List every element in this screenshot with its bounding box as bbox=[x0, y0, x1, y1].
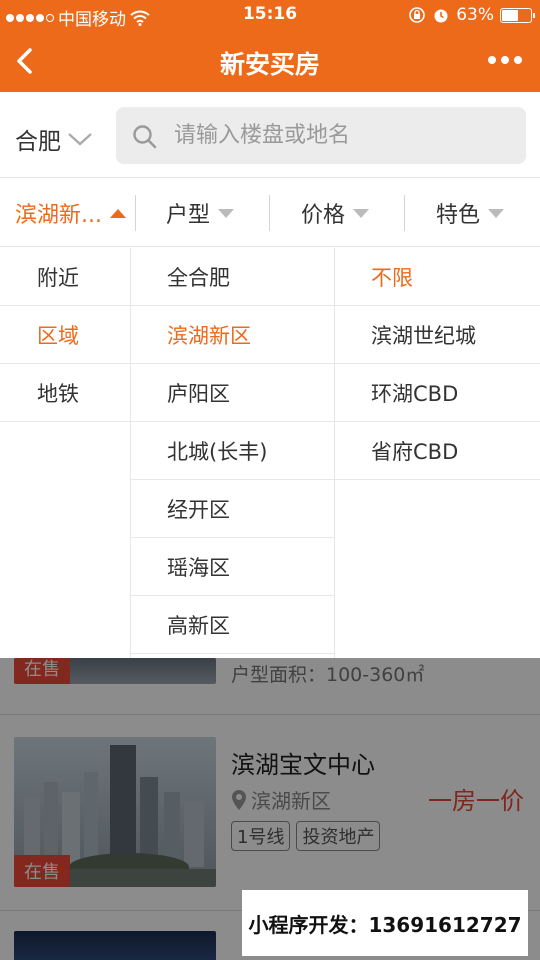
dropdown-item-district[interactable]: 区域 bbox=[0, 306, 130, 364]
filter-bar: 滨湖新... 户型 价格 特色 bbox=[0, 179, 540, 247]
dropdown-column-subarea: 不限 滨湖世纪城 环湖CBD 省府CBD bbox=[335, 248, 540, 658]
city-label: 合肥 bbox=[15, 129, 61, 155]
dropdown-item[interactable]: 瑶海区 bbox=[131, 538, 334, 596]
dropdown-item[interactable]: 庐阳区 bbox=[131, 364, 334, 422]
filter-region[interactable]: 滨湖新... bbox=[15, 179, 126, 247]
city-selector[interactable]: 合肥 bbox=[15, 122, 93, 156]
dropdown-item[interactable]: 省府CBD bbox=[335, 422, 540, 480]
filter-feature-label: 特色 bbox=[436, 203, 481, 228]
filter-region-label: 滨湖新... bbox=[15, 203, 102, 228]
dropdown-column-type: 附近 区域 地铁 bbox=[0, 248, 130, 658]
dropdown-item[interactable]: 滨湖世纪城 bbox=[335, 306, 540, 364]
filter-layout[interactable]: 户型 bbox=[166, 179, 235, 247]
dropdown-item[interactable]: 滨湖新区 bbox=[131, 306, 334, 364]
triangle-up-icon bbox=[109, 208, 126, 218]
promo-banner: 小程序开发：13691612727 bbox=[242, 890, 528, 956]
battery-icon bbox=[500, 7, 535, 23]
search-input[interactable] bbox=[174, 117, 514, 153]
search-icon bbox=[133, 125, 157, 149]
triangle-down-icon bbox=[218, 208, 235, 218]
chevron-down-icon bbox=[68, 133, 92, 146]
filter-layout-label: 户型 bbox=[166, 203, 211, 228]
dropdown-item-nearby[interactable]: 附近 bbox=[0, 248, 130, 306]
dropdown-item[interactable]: 经开区 bbox=[131, 480, 334, 538]
divider bbox=[135, 195, 136, 231]
dropdown-item[interactable]: 环湖CBD bbox=[335, 364, 540, 422]
divider bbox=[269, 195, 270, 231]
dropdown-item[interactable]: 高新区 bbox=[131, 596, 334, 654]
dropdown-item[interactable]: 不限 bbox=[335, 248, 540, 306]
divider bbox=[404, 195, 405, 231]
more-icon[interactable] bbox=[488, 56, 522, 64]
dropdown-item[interactable]: 全合肥 bbox=[131, 248, 334, 306]
dropdown-item[interactable]: 北城(长丰) bbox=[131, 422, 334, 480]
search-row: 合肥 bbox=[0, 92, 540, 178]
nav-bar: 新安买房 bbox=[0, 30, 540, 92]
filter-price[interactable]: 价格 bbox=[301, 179, 370, 247]
dropdown-column-district: 全合肥 滨湖新区 庐阳区 北城(长丰) 经开区 瑶海区 高新区 bbox=[130, 248, 335, 658]
status-bar: 中国移动 15:16 63% bbox=[0, 0, 540, 30]
battery-percent: 63% bbox=[456, 5, 494, 25]
triangle-down-icon bbox=[488, 208, 505, 218]
rotation-lock-icon bbox=[409, 7, 426, 23]
search-box[interactable] bbox=[116, 107, 526, 164]
triangle-down-icon bbox=[353, 208, 370, 218]
filter-price-label: 价格 bbox=[301, 203, 346, 228]
filter-feature[interactable]: 特色 bbox=[436, 179, 505, 247]
page-title: 新安买房 bbox=[219, 50, 320, 79]
alarm-icon bbox=[434, 9, 448, 23]
dropdown-item-metro[interactable]: 地铁 bbox=[0, 364, 130, 422]
region-dropdown: 附近 区域 地铁 全合肥 滨湖新区 庐阳区 北城(长丰) 经开区 瑶海区 高新区… bbox=[0, 248, 540, 658]
